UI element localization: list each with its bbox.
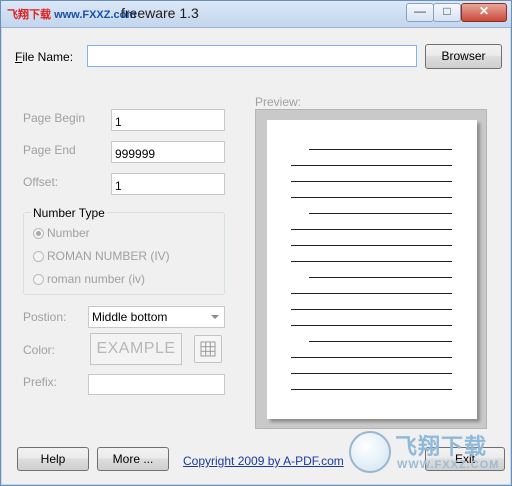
preview-page [267, 120, 477, 419]
logo-url: WWW.FXXZ.COM [397, 459, 500, 471]
radio-roman-upper[interactable] [33, 251, 44, 262]
preview-line [309, 341, 452, 342]
page-begin-input[interactable] [111, 109, 225, 131]
radio-number[interactable] [33, 228, 44, 239]
window-title: freeware 1.3 [121, 5, 199, 21]
offset-input[interactable] [111, 173, 225, 195]
more-button[interactable]: More ... [97, 447, 169, 471]
app-window: 飞翔下载 www.FXXZ.com freeware 1.3 — □ ✕ Fil… [0, 0, 512, 486]
preview-line [291, 293, 452, 294]
number-type-title: Number Type [31, 206, 107, 220]
preview-line [291, 165, 452, 166]
prefix-input[interactable] [88, 374, 225, 395]
file-name-label: File Name: [15, 50, 74, 64]
browse-button[interactable]: Browser [425, 44, 502, 69]
radio-roman-upper-label: ROMAN NUMBER (IV) [47, 249, 170, 263]
logo-text: 飞翔下载 [395, 435, 488, 460]
preview-line [291, 245, 452, 246]
preview-pane [255, 109, 487, 429]
title-bar[interactable]: 飞翔下载 www.FXXZ.com freeware 1.3 — □ ✕ [1, 1, 511, 28]
radio-roman-lower-label: roman number (iv) [47, 272, 146, 286]
page-begin-label: Page Begin [23, 111, 86, 125]
watermark: 飞翔下载 www.FXXZ.com [7, 6, 136, 22]
preview-line [291, 181, 452, 182]
logo-emblem-icon [349, 431, 391, 473]
preview-line [291, 261, 452, 262]
help-button[interactable]: Help [17, 447, 89, 471]
preview-line [291, 229, 452, 230]
maximize-icon: □ [443, 4, 451, 18]
close-button[interactable]: ✕ [461, 3, 507, 22]
position-label: Postion: [23, 310, 67, 324]
preview-line [291, 309, 452, 310]
watermark-prefix: 飞翔下载 [7, 9, 51, 21]
maximize-button[interactable]: □ [433, 3, 461, 22]
preview-line [291, 357, 452, 358]
prefix-label: Prefix: [23, 375, 58, 389]
preview-line [309, 149, 452, 150]
color-label: Color: [23, 343, 56, 357]
copyright-link[interactable]: Copyright 2009 by A-PDF.com [183, 454, 344, 468]
preview-line [291, 197, 452, 198]
radio-roman-lower[interactable] [33, 274, 44, 285]
file-name-input[interactable] [87, 45, 417, 67]
preview-label: Preview: [255, 95, 302, 109]
grid-icon [200, 341, 216, 357]
chevron-down-icon [211, 315, 219, 319]
preview-line [291, 373, 452, 374]
watermark-logo: 飞翔下载 WWW.FXXZ.COM [345, 425, 511, 481]
preview-line [309, 277, 452, 278]
page-end-input[interactable] [111, 141, 225, 163]
minimize-button[interactable]: — [406, 3, 434, 22]
preview-line [309, 213, 452, 214]
color-example: EXAMPLE [90, 333, 182, 365]
radio-number-label: Number [47, 226, 90, 240]
offset-label: Offset: [23, 175, 59, 189]
color-picker-button[interactable] [194, 335, 222, 363]
preview-line [291, 389, 452, 390]
page-end-label: Page End [23, 143, 76, 157]
position-select[interactable]: Middle bottom [88, 306, 225, 328]
position-value: Middle bottom [92, 310, 168, 324]
minimize-icon: — [414, 4, 426, 18]
close-icon: ✕ [478, 4, 490, 18]
preview-line [291, 325, 452, 326]
